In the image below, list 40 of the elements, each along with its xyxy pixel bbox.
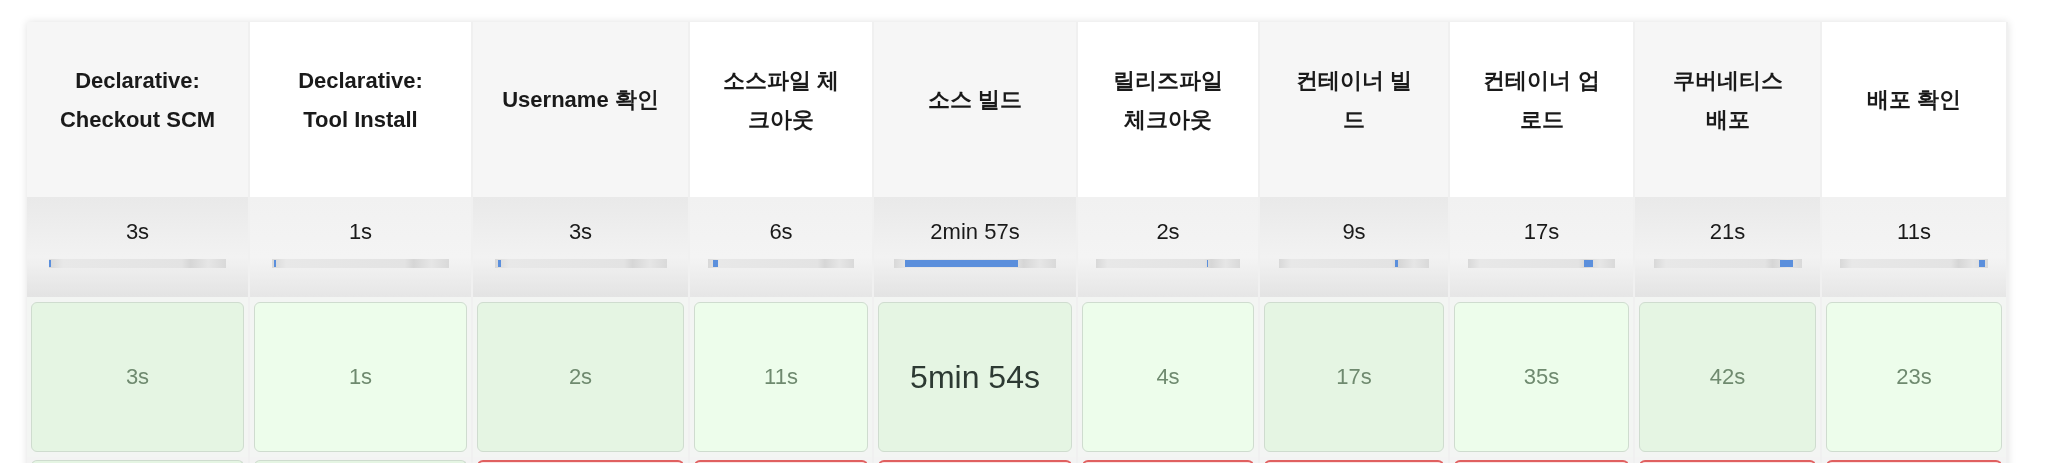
average-duration: 3s: [568, 219, 593, 245]
stage-name: Declarative: Checkout SCM: [58, 66, 217, 134]
stage-name: Declarative: Tool Install: [297, 66, 424, 134]
average-duration: 21s: [1709, 219, 1746, 245]
stage-name: 소스 빌드: [927, 86, 1023, 114]
stage-duration-cell[interactable]: 35s: [1454, 302, 1629, 452]
stage-name: 릴리즈파일 체크아웃: [1112, 66, 1224, 134]
build-duration: 2s: [568, 364, 593, 390]
average-duration: 11s: [1897, 219, 1931, 245]
build-duration: 35s: [1523, 364, 1560, 390]
build-duration: 3s: [125, 364, 150, 390]
average-duration: 2min 57s: [930, 219, 1020, 245]
stage-name: 배포 확인: [1866, 86, 1962, 114]
stage-duration-cell[interactable]: 23s: [1826, 302, 2002, 452]
stage-name: Username 확인: [502, 86, 659, 114]
average-duration: 6s: [769, 219, 793, 245]
average-duration: 17s: [1523, 219, 1560, 245]
average-duration: 1s: [348, 219, 373, 245]
stage-name: 컨테이너 업로드: [1482, 66, 1601, 134]
stage-duration-cell[interactable]: 42s: [1639, 302, 1816, 452]
build-duration: 17s: [1336, 364, 1372, 390]
stage-duration-cell[interactable]: 2s: [477, 302, 684, 452]
stage-name: 컨테이너 빌드: [1294, 66, 1414, 134]
average-duration: 3s: [125, 219, 150, 245]
stage-duration-cell[interactable]: 1s: [254, 302, 467, 452]
build-duration: 4s: [1156, 364, 1180, 390]
stage-duration-cell[interactable]: 11s: [694, 302, 868, 452]
stage-duration-cell[interactable]: 5min 54s: [878, 302, 1072, 452]
stage-duration-cell[interactable]: 17s: [1264, 302, 1444, 452]
build-duration: 23s: [1896, 364, 1932, 390]
stage-name: 소스파일 체크아웃: [721, 66, 841, 134]
average-duration: 2s: [1156, 219, 1180, 245]
build-duration: 11s: [764, 364, 798, 390]
build-duration: 5min 54s: [910, 358, 1040, 396]
stage-duration-cell[interactable]: 4s: [1082, 302, 1254, 452]
average-duration: 9s: [1342, 219, 1366, 245]
stage-duration-cell[interactable]: 3s: [31, 302, 244, 452]
build-duration: 1s: [348, 364, 373, 390]
stage-name: 쿠버네티스 배포: [1671, 66, 1784, 134]
build-duration: 42s: [1709, 364, 1746, 390]
